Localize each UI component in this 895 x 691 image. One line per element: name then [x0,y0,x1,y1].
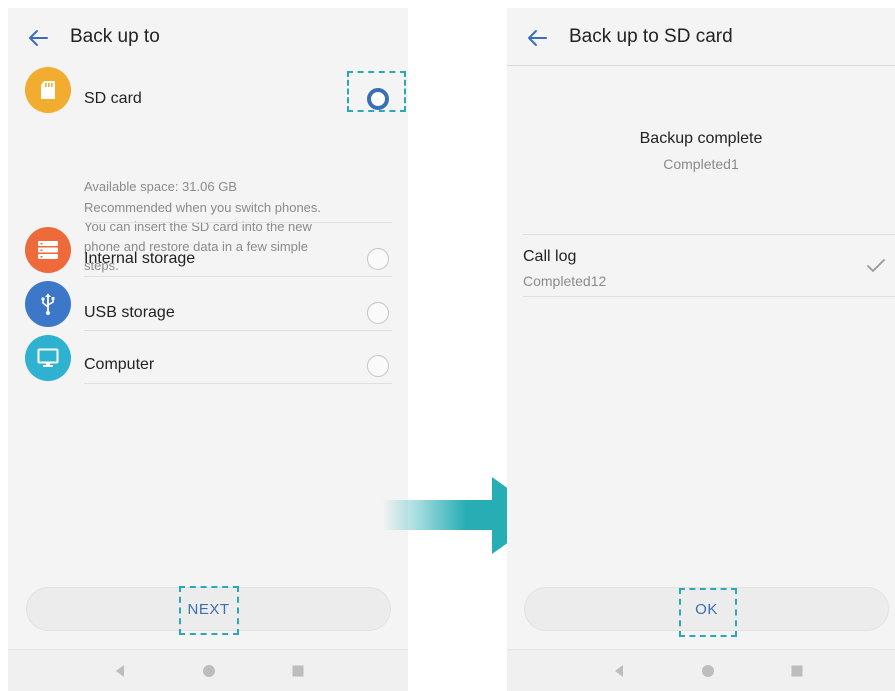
home-circle-icon[interactable] [202,664,216,678]
backup-status-title: Backup complete [639,130,763,147]
back-triangle-icon[interactable] [613,664,625,678]
option-label-sd-card: SD card [84,90,142,107]
back-triangle-icon[interactable] [114,664,126,678]
selection-highlight [347,71,406,112]
divider [84,330,392,331]
back-arrow-icon[interactable] [26,26,50,50]
header-divider [507,65,895,66]
divider [84,383,392,384]
option-label-usb-storage: USB storage [84,304,175,321]
navigation-bar [507,649,895,691]
divider [84,222,392,223]
page-title: Back up to SD card [569,26,733,47]
backup-destination-screen: Back up to SD card Available space: 31.0… [8,8,408,691]
option-computer[interactable]: Computer [8,334,408,384]
item-subtitle-call-log: Completed12 [523,273,607,289]
radio-usb-storage[interactable] [367,302,389,324]
divider [523,234,895,235]
check-icon [867,259,885,272]
next-button-highlight [179,586,239,635]
back-arrow-icon[interactable] [525,26,549,50]
option-internal-storage[interactable]: Internal storage [8,226,408,276]
backup-complete-screen: Back up to SD card Backup complete Compl… [507,8,895,691]
monitor-icon [25,335,71,381]
divider [84,276,392,277]
header: Back up to SD card [507,8,895,66]
home-circle-icon[interactable] [701,664,715,678]
radio-computer[interactable] [367,355,389,377]
navigation-bar [8,649,408,691]
page-title: Back up to [70,26,160,47]
recents-square-icon[interactable] [791,664,803,678]
description-line: Recommended when you switch phones. [84,199,322,215]
option-label-internal-storage: Internal storage [84,250,196,267]
available-space: Available space: 31.06 GB [84,179,237,194]
radio-internal-storage[interactable] [367,248,389,270]
header: Back up to [8,8,408,66]
usb-icon [25,281,71,327]
storage-icon [25,227,71,273]
item-title-call-log: Call log [523,248,577,265]
divider [523,296,895,297]
option-usb-storage[interactable]: USB storage [8,280,408,330]
ok-button-highlight [679,588,737,637]
option-label-computer: Computer [84,356,155,373]
recents-square-icon[interactable] [292,664,304,678]
sd-card-icon [25,67,71,113]
backup-status-count: Completed1 [663,156,739,172]
